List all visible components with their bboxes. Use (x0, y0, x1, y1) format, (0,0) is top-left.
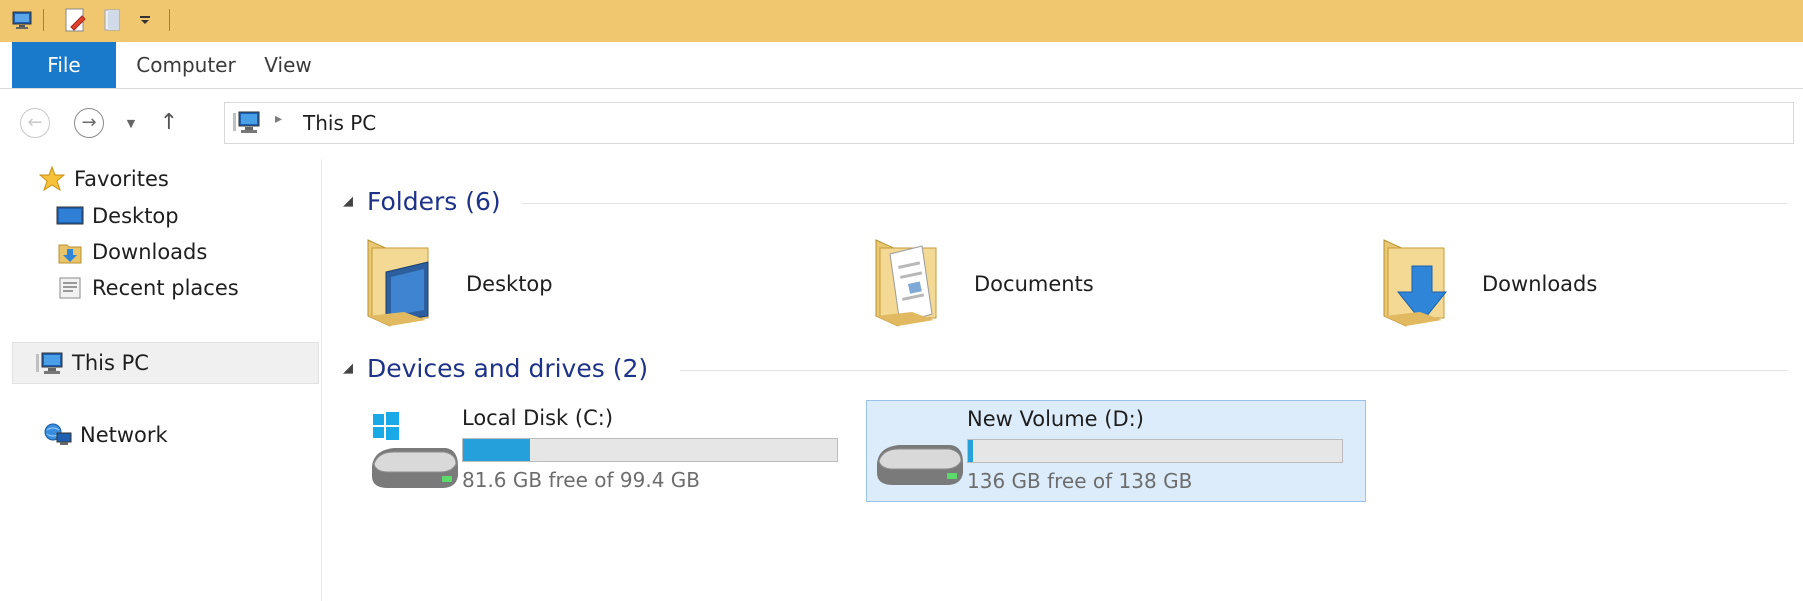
nav-desktop-label: Desktop (92, 204, 179, 228)
back-arrow-icon[interactable]: ← (20, 108, 50, 138)
new-folder-icon[interactable] (100, 5, 126, 35)
nav-network-label: Network (80, 423, 168, 447)
star-icon (38, 165, 66, 193)
nav-network[interactable]: Network (44, 415, 168, 455)
nav-favorites-label: Favorites (74, 167, 169, 191)
group-divider (522, 203, 1787, 204)
folder-desktop[interactable]: Desktop (366, 236, 846, 336)
folder-downloads-label: Downloads (1482, 272, 1598, 296)
drive-c-usage-fill (463, 439, 530, 461)
nav-this-pc[interactable]: This PC (36, 343, 149, 383)
nav-recent-places-label: Recent places (92, 276, 239, 300)
drive-c-name: Local Disk (C:) (462, 406, 614, 430)
drive-c-usage-bar (462, 438, 838, 462)
recent-places-icon (56, 274, 84, 302)
documents-folder-icon (874, 236, 946, 330)
network-icon (44, 421, 72, 449)
tab-view[interactable]: View (258, 42, 318, 88)
folders-group-header[interactable]: ◢ Folders (6) (343, 187, 501, 216)
nav-this-pc-label: This PC (72, 351, 149, 375)
drive-c-free-space: 81.6 GB free of 99.4 GB (462, 468, 700, 492)
drive-d-usage-bar (967, 439, 1343, 463)
tab-file[interactable]: File (12, 42, 116, 88)
drives-group-label: Devices and drives (2) (367, 354, 649, 383)
drive-d-free-space: 136 GB free of 138 GB (967, 469, 1193, 493)
nav-downloads-label: Downloads (92, 240, 208, 264)
computer-icon[interactable] (10, 5, 34, 35)
folder-desktop-label: Desktop (466, 272, 553, 296)
this-pc-icon (233, 110, 261, 140)
nav-recent-places[interactable]: Recent places (56, 268, 239, 308)
folder-documents-label: Documents (974, 272, 1094, 296)
collapse-triangle-icon[interactable]: ◢ (343, 361, 353, 376)
recent-dropdown-icon[interactable]: ▼ (124, 113, 138, 133)
folders-group-label: Folders (6) (367, 187, 501, 216)
collapse-triangle-icon[interactable]: ◢ (343, 194, 353, 209)
downloads-folder-icon (1382, 236, 1454, 330)
navigation-bar: ← → ▼ ↑ ▸ This PC (0, 89, 1803, 159)
address-bar[interactable]: ▸ This PC (224, 102, 1794, 144)
toolbar-separator (43, 9, 44, 31)
nav-desktop[interactable]: Desktop (56, 196, 179, 236)
downloads-icon (56, 238, 84, 266)
toolbar-separator (169, 9, 170, 31)
title-bar (0, 0, 1803, 42)
drive-d-name: New Volume (D:) (967, 407, 1144, 431)
drives-group-header[interactable]: ◢ Devices and drives (2) (343, 354, 648, 383)
windows-drive-icon (368, 410, 460, 492)
folder-documents[interactable]: Documents (874, 236, 1354, 336)
folder-downloads[interactable]: Downloads (1382, 236, 1803, 336)
breadcrumb-separator-icon[interactable]: ▸ (275, 111, 282, 127)
nav-downloads[interactable]: Downloads (56, 232, 207, 272)
drive-d-usage-fill (968, 440, 974, 462)
ribbon-tabs: File Computer View (0, 42, 1803, 89)
nav-favorites[interactable]: Favorites (38, 159, 169, 199)
properties-icon[interactable] (62, 5, 90, 35)
forward-arrow-icon[interactable]: → (74, 108, 104, 138)
group-divider (680, 370, 1787, 371)
desktop-icon (56, 202, 84, 230)
up-arrow-icon[interactable]: ↑ (158, 107, 180, 137)
desktop-folder-icon (366, 236, 438, 330)
drive-new-volume-d[interactable]: New Volume (D:) 136 GB free of 138 GB (866, 400, 1366, 502)
hard-drive-icon (873, 411, 965, 493)
tab-computer[interactable]: Computer (124, 42, 248, 88)
this-pc-icon (36, 349, 64, 377)
navigation-pane: Favorites Desktop Downloads Recent place… (0, 159, 322, 601)
drive-local-disk-c[interactable]: Local Disk (C:) 81.6 GB free of 99.4 GB (362, 400, 862, 502)
breadcrumb[interactable]: This PC (303, 111, 376, 135)
customize-dropdown-icon[interactable] (136, 5, 154, 35)
